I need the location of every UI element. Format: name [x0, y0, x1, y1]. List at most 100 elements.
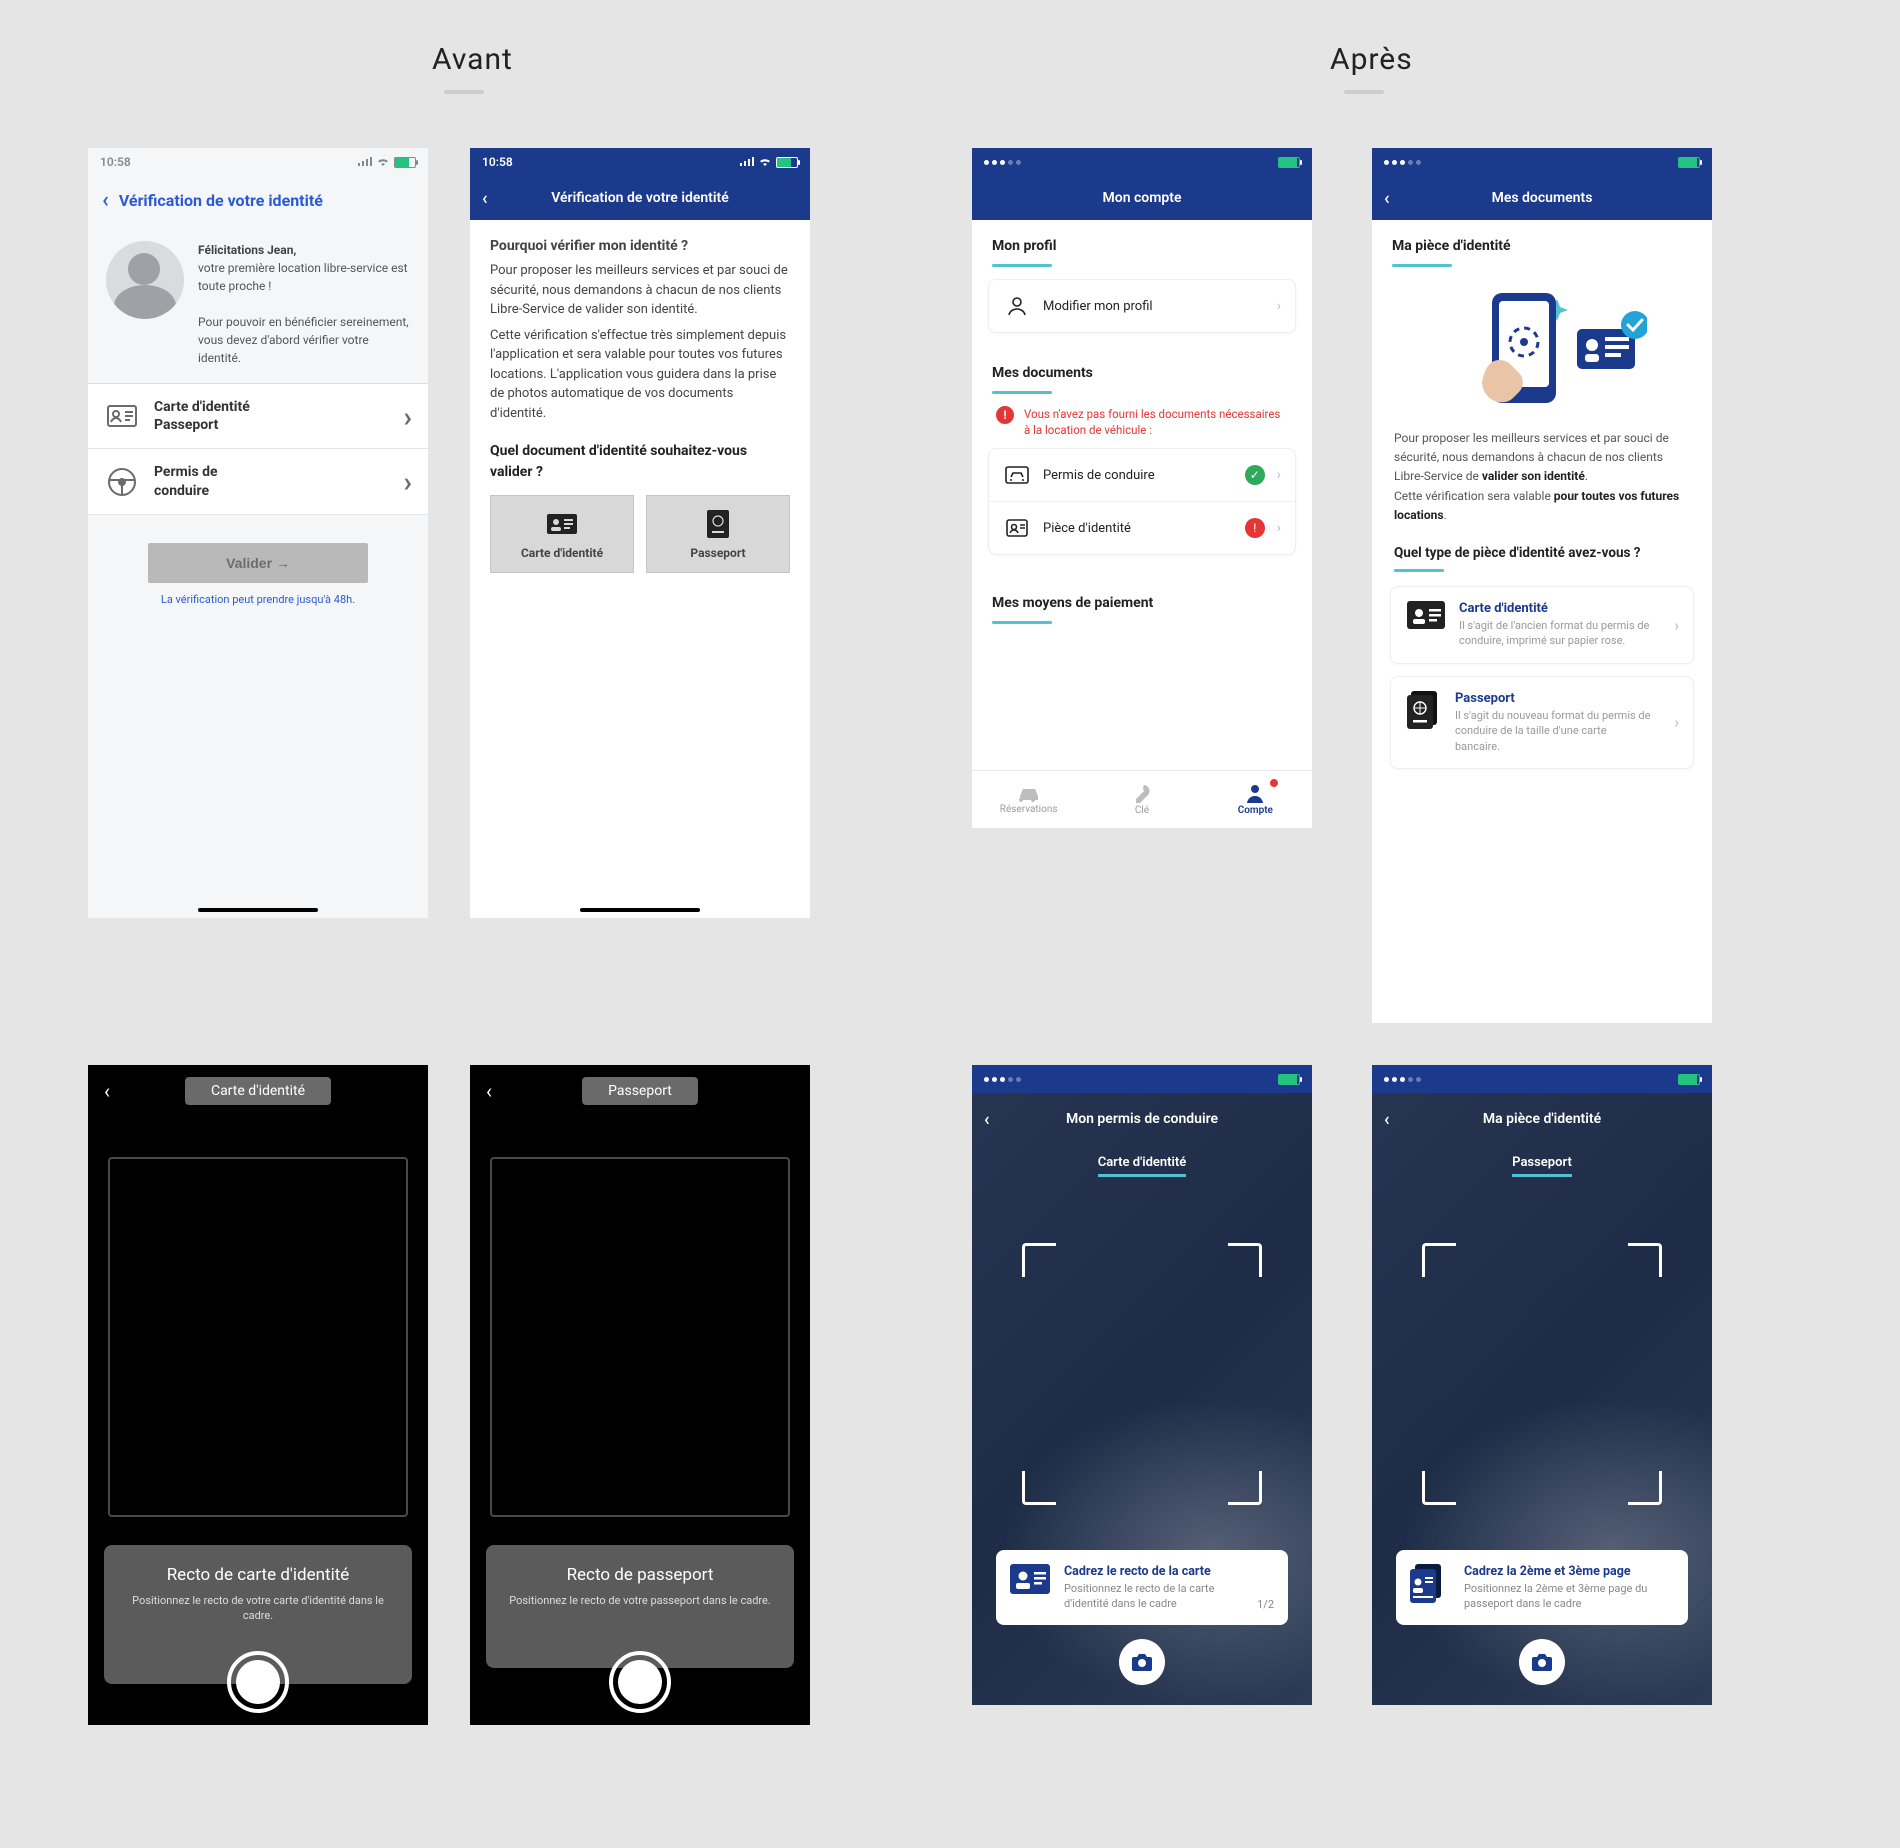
capture-button[interactable]	[1119, 1639, 1165, 1685]
content: Pourquoi vérifier mon identité ? Pour pr…	[470, 220, 810, 589]
section-payments: Mes moyens de paiement	[972, 569, 1312, 617]
statusbar-time: 10:58	[482, 155, 513, 169]
back-icon[interactable]: ‹	[102, 188, 109, 213]
id-card-icon	[1407, 601, 1445, 649]
intro-info: Pour pouvoir en bénéficier sereinement, …	[198, 315, 409, 365]
row-id-passport[interactable]: Carte d'identité Passeport ›	[88, 384, 428, 449]
licence-icon	[1003, 466, 1031, 484]
option-id-card[interactable]: Carte d'identité Il s'agit de l'ancien f…	[1390, 586, 1694, 664]
focus-corners	[1422, 1243, 1662, 1505]
back-icon[interactable]: ‹	[486, 1079, 492, 1103]
row-edit-profile[interactable]: Modifier mon profil ›	[989, 280, 1295, 332]
passport-icon	[647, 510, 789, 538]
capture-button[interactable]	[1519, 1639, 1565, 1685]
warning-missing-docs: ! Vous n'avez pas fourni les documents n…	[972, 406, 1312, 448]
focus-corners	[1022, 1243, 1262, 1505]
instruction-sub: Positionnez le recto de votre passeport …	[500, 1593, 780, 1608]
rule	[1344, 90, 1384, 94]
header: ‹ Mes documents	[1372, 176, 1712, 220]
steering-wheel-icon	[104, 464, 140, 500]
id-card-icon	[1010, 1564, 1050, 1594]
tab-account[interactable]: Compte	[1199, 771, 1312, 828]
warning-text: Vous n'avez pas fourni les documents néc…	[1024, 406, 1288, 438]
heading-after: Après	[1330, 42, 1413, 77]
instruction-sub: Positionnez la 2ème et 3ème page du pass…	[1464, 1582, 1674, 1611]
shutter-button[interactable]	[227, 1651, 289, 1713]
row-identity-doc[interactable]: Pièce d'identité ! ›	[989, 502, 1295, 554]
section-profile: Mon profil	[972, 220, 1312, 260]
section-underline	[992, 391, 1052, 394]
statusbar-right	[358, 157, 416, 168]
page-title: Mon permis de conduire	[1066, 1111, 1218, 1127]
cam-header: ‹ Passeport	[470, 1065, 810, 1117]
validate-button[interactable]: Valider →	[148, 543, 368, 583]
chevron-right-icon: ›	[404, 465, 412, 498]
tab-label: Clé	[1135, 805, 1149, 816]
camera-view: ‹ Ma pièce d'identité Passeport Cadrez l…	[1372, 1093, 1712, 1705]
intro-paragraph: Pour proposer les meilleurs services et …	[1372, 429, 1712, 525]
greeting-bold: Félicitations Jean,	[198, 243, 296, 257]
header: ‹ Mon permis de conduire	[972, 1093, 1312, 1145]
row-drivers-licence[interactable]: Permis de conduire ✓ ›	[989, 449, 1295, 502]
option-id-card[interactable]: Carte d'identité	[490, 495, 634, 573]
header: ‹ Vérification de votre identité	[88, 176, 428, 225]
rule	[444, 90, 484, 94]
row-permit[interactable]: Permis de conduire ›	[88, 449, 428, 514]
option-id-title: Carte d'identité	[1459, 601, 1653, 616]
header: ‹ Vérification de votre identité	[470, 176, 810, 220]
instruction-title: Cadrez la 2ème et 3ème page	[1464, 1564, 1674, 1579]
row-id-label: Pièce d'identité	[1043, 521, 1233, 536]
key-icon	[1132, 783, 1152, 803]
statusbar: 10:58	[88, 148, 428, 176]
back-icon[interactable]: ‹	[984, 1109, 990, 1130]
shutter-button[interactable]	[609, 1651, 671, 1713]
id-card-icon	[491, 510, 633, 538]
option-passport-subtitle: Il s'agit du nouveau format du permis de…	[1455, 708, 1653, 754]
screen-cam-new-licence: ‹ Mon permis de conduire Carte d'identit…	[972, 1065, 1312, 1705]
back-icon[interactable]: ‹	[1384, 188, 1390, 209]
instruction-card: Cadrez le recto de la carte Positionnez …	[996, 1550, 1288, 1625]
camera-icon	[1531, 1653, 1553, 1671]
back-icon[interactable]: ‹	[104, 1079, 110, 1103]
heading-before: Avant	[432, 42, 513, 77]
home-indicator	[580, 908, 700, 912]
capture-frame	[108, 1157, 408, 1517]
screen-apres-documents: ‹ Mes documents Ma pièce d'identité	[1372, 148, 1712, 1023]
validate-hint: La vérification peut prendre jusqu'à 48h…	[112, 593, 404, 606]
tab-key[interactable]: Clé	[1085, 771, 1198, 828]
option-passport[interactable]: Passeport Il s'agit du nouveau format du…	[1390, 676, 1694, 769]
instruction-panel: Recto de passeport Positionnez le recto …	[486, 1545, 794, 1668]
row-licence-label: Permis de conduire	[1043, 468, 1233, 483]
question-2: Quel document d'identité souhaitez-vous …	[490, 441, 790, 483]
tab-reservations[interactable]: Réservations	[972, 771, 1085, 828]
instruction-title: Recto de passeport	[500, 1565, 780, 1585]
tabbar: Réservations Clé Compte	[972, 770, 1312, 828]
back-icon[interactable]: ‹	[482, 188, 488, 209]
statusbar	[1372, 1065, 1712, 1093]
section-underline	[1394, 569, 1444, 572]
passport-icon	[1410, 1564, 1450, 1604]
page-title: Mon compte	[1103, 190, 1182, 206]
statusbar: 10:58	[470, 148, 810, 176]
home-indicator	[198, 908, 318, 912]
row-profile-label: Modifier mon profil	[1043, 299, 1265, 314]
capture-frame	[490, 1157, 790, 1517]
cam-header: ‹ Carte d'identité	[88, 1065, 428, 1117]
illustration-phone-id	[1372, 279, 1712, 429]
chevron-right-icon: ›	[1674, 713, 1679, 732]
doc-chip: Passeport	[1512, 1151, 1572, 1177]
user-icon	[1245, 783, 1265, 803]
chevron-right-icon: ›	[1674, 615, 1679, 634]
doc-chip: Carte d'identité	[1098, 1151, 1187, 1177]
screen-avant-2: 10:58 ‹ Vérification de votre identité P…	[470, 148, 810, 918]
signal-dots-icon	[984, 160, 1021, 165]
page-title: Ma pièce d'identité	[1483, 1111, 1601, 1127]
option-passport-label: Passeport	[647, 544, 789, 562]
header: Mon compte	[972, 176, 1312, 220]
tab-label: Compte	[1238, 805, 1273, 816]
back-icon[interactable]: ‹	[1384, 1109, 1390, 1130]
car-icon	[1017, 784, 1041, 802]
chevron-right-icon: ›	[1277, 520, 1281, 536]
option-passport[interactable]: Passeport	[646, 495, 790, 573]
instruction-card: Cadrez la 2ème et 3ème page Positionnez …	[1396, 1550, 1688, 1625]
